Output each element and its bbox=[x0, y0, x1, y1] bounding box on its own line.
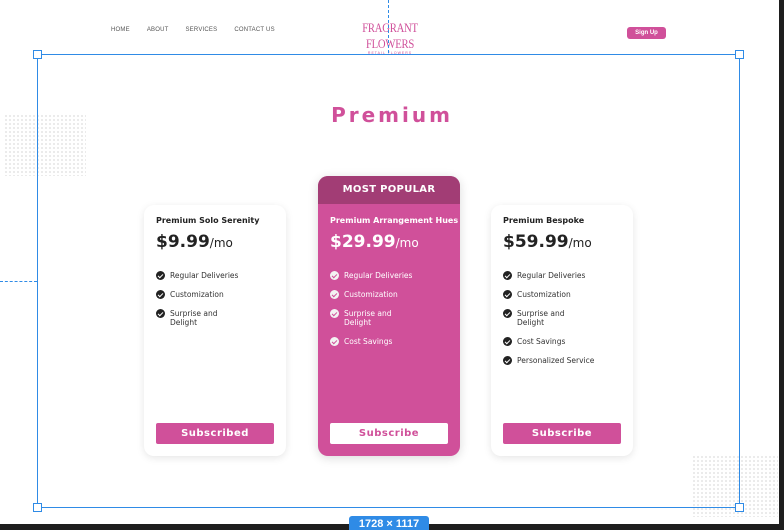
feature-item: Regular Deliveries bbox=[330, 271, 412, 280]
check-icon bbox=[156, 271, 165, 280]
plan-card-arrangement: MOST POPULAR Premium Arrangement Hues $2… bbox=[318, 176, 460, 456]
check-icon bbox=[503, 290, 512, 299]
subscribe-button[interactable]: Subscribe bbox=[330, 423, 448, 444]
logo-wordmark: FRAGRANT FLOWERS bbox=[362, 20, 418, 51]
resize-handle-bottom-right[interactable] bbox=[735, 503, 744, 512]
feature-item: Cost Savings bbox=[503, 337, 594, 346]
check-icon bbox=[330, 337, 339, 346]
editor-edge-right bbox=[779, 0, 784, 530]
nav-home[interactable]: HOME bbox=[111, 27, 130, 33]
check-icon bbox=[503, 271, 512, 280]
horizontal-guide bbox=[0, 281, 37, 282]
feature-item: Customization bbox=[330, 290, 412, 299]
check-icon bbox=[156, 309, 165, 318]
feature-item: Regular Deliveries bbox=[503, 271, 594, 280]
check-icon bbox=[330, 290, 339, 299]
plan-price: $59.99/mo bbox=[503, 232, 592, 252]
vertical-guide bbox=[388, 0, 389, 53]
plan-name: Premium Solo Serenity bbox=[156, 216, 260, 225]
feature-list: Regular Deliveries Customization Surpris… bbox=[156, 271, 238, 337]
check-icon bbox=[330, 271, 339, 280]
feature-item: Customization bbox=[503, 290, 594, 299]
check-icon bbox=[503, 356, 512, 365]
feature-item: Surprise and Delight bbox=[503, 309, 594, 327]
dimension-badge: 1728 × 1117 bbox=[349, 516, 429, 530]
resize-handle-bottom-left[interactable] bbox=[33, 503, 42, 512]
feature-list: Regular Deliveries Customization Surpris… bbox=[503, 271, 594, 375]
subscribe-button[interactable]: Subscribe bbox=[503, 423, 621, 444]
plan-price: $29.99/mo bbox=[330, 232, 419, 252]
plan-name: Premium Bespoke bbox=[503, 216, 585, 225]
check-icon bbox=[503, 309, 512, 318]
plan-name: Premium Arrangement Hues bbox=[330, 216, 459, 225]
feature-list: Regular Deliveries Customization Surpris… bbox=[330, 271, 412, 356]
section-title: Premium bbox=[331, 103, 453, 127]
feature-item: Customization bbox=[156, 290, 238, 299]
feature-item: Cost Savings bbox=[330, 337, 412, 346]
brand-logo[interactable]: FRAGRANT FLOWERS RETAIL FLOWERS bbox=[345, 20, 435, 55]
subscribed-button[interactable]: Subscribed bbox=[156, 423, 274, 444]
feature-item: Regular Deliveries bbox=[156, 271, 238, 280]
resize-handle-top-right[interactable] bbox=[735, 50, 744, 59]
most-popular-badge: MOST POPULAR bbox=[318, 176, 460, 204]
check-icon bbox=[156, 290, 165, 299]
nav-services[interactable]: SERVICES bbox=[185, 27, 217, 33]
nav-about[interactable]: ABOUT bbox=[147, 27, 169, 33]
plan-card-bespoke: Premium Bespoke $59.99/mo Regular Delive… bbox=[491, 205, 633, 456]
feature-item: Surprise and Delight bbox=[330, 309, 412, 327]
feature-item: Personalized Service bbox=[503, 356, 594, 365]
nav-contact[interactable]: CONTACT US bbox=[234, 27, 274, 33]
main-nav: HOME ABOUT SERVICES CONTACT US bbox=[111, 27, 275, 33]
check-icon bbox=[503, 337, 512, 346]
plan-card-solo: Premium Solo Serenity $9.99/mo Regular D… bbox=[144, 205, 286, 456]
signup-button[interactable]: Sign Up bbox=[627, 27, 666, 39]
plan-price: $9.99/mo bbox=[156, 232, 233, 252]
resize-handle-top-left[interactable] bbox=[33, 50, 42, 59]
check-icon bbox=[330, 309, 339, 318]
feature-item: Surprise and Delight bbox=[156, 309, 238, 327]
